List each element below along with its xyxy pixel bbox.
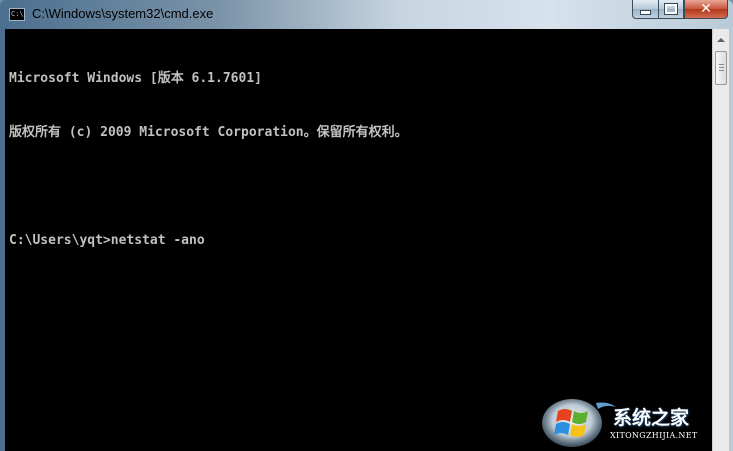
close-button[interactable]: ✕ <box>684 0 728 19</box>
cmd-window: C:\ C:\Windows\system32\cmd.exe ✕ Micros… <box>0 0 733 451</box>
close-icon: ✕ <box>700 1 712 17</box>
grip-line <box>719 67 724 68</box>
minimize-icon <box>640 9 651 15</box>
console-text: Microsoft Windows [版本 6.1.7601] 版权所有 (c)… <box>9 34 408 286</box>
grip-line <box>719 64 724 65</box>
grip-line <box>719 70 724 71</box>
watermark-brand: 系统之家 <box>613 407 690 429</box>
cmd-app-icon[interactable]: C:\ <box>9 8 25 21</box>
scroll-up-button[interactable] <box>713 31 729 48</box>
minimize-button[interactable] <box>632 0 658 19</box>
maximize-button[interactable] <box>658 0 684 19</box>
window-title: C:\Windows\system32\cmd.exe <box>32 6 214 21</box>
scroll-thumb[interactable] <box>715 51 727 85</box>
console-line: 版权所有 (c) 2009 Microsoft Corporation。保留所有… <box>9 125 408 140</box>
console-output[interactable]: Microsoft Windows [版本 6.1.7601] 版权所有 (c)… <box>5 29 712 451</box>
maximize-icon <box>664 3 678 15</box>
arrow-up-icon <box>717 37 725 42</box>
title-bar[interactable]: C:\ C:\Windows\system32\cmd.exe ✕ <box>0 0 733 29</box>
vertical-scrollbar[interactable] <box>712 29 729 451</box>
window-controls: ✕ <box>632 0 728 20</box>
cmd-icon-label: C:\ <box>11 10 24 18</box>
console-line: Microsoft Windows [版本 6.1.7601] <box>9 71 262 86</box>
site-watermark: 系统之家 XITONGZHIJIA.NET <box>536 393 733 451</box>
console-prompt-line: C:\Users\yqt>netstat -ano <box>9 233 205 248</box>
watermark-site: XITONGZHIJIA.NET <box>610 431 698 440</box>
